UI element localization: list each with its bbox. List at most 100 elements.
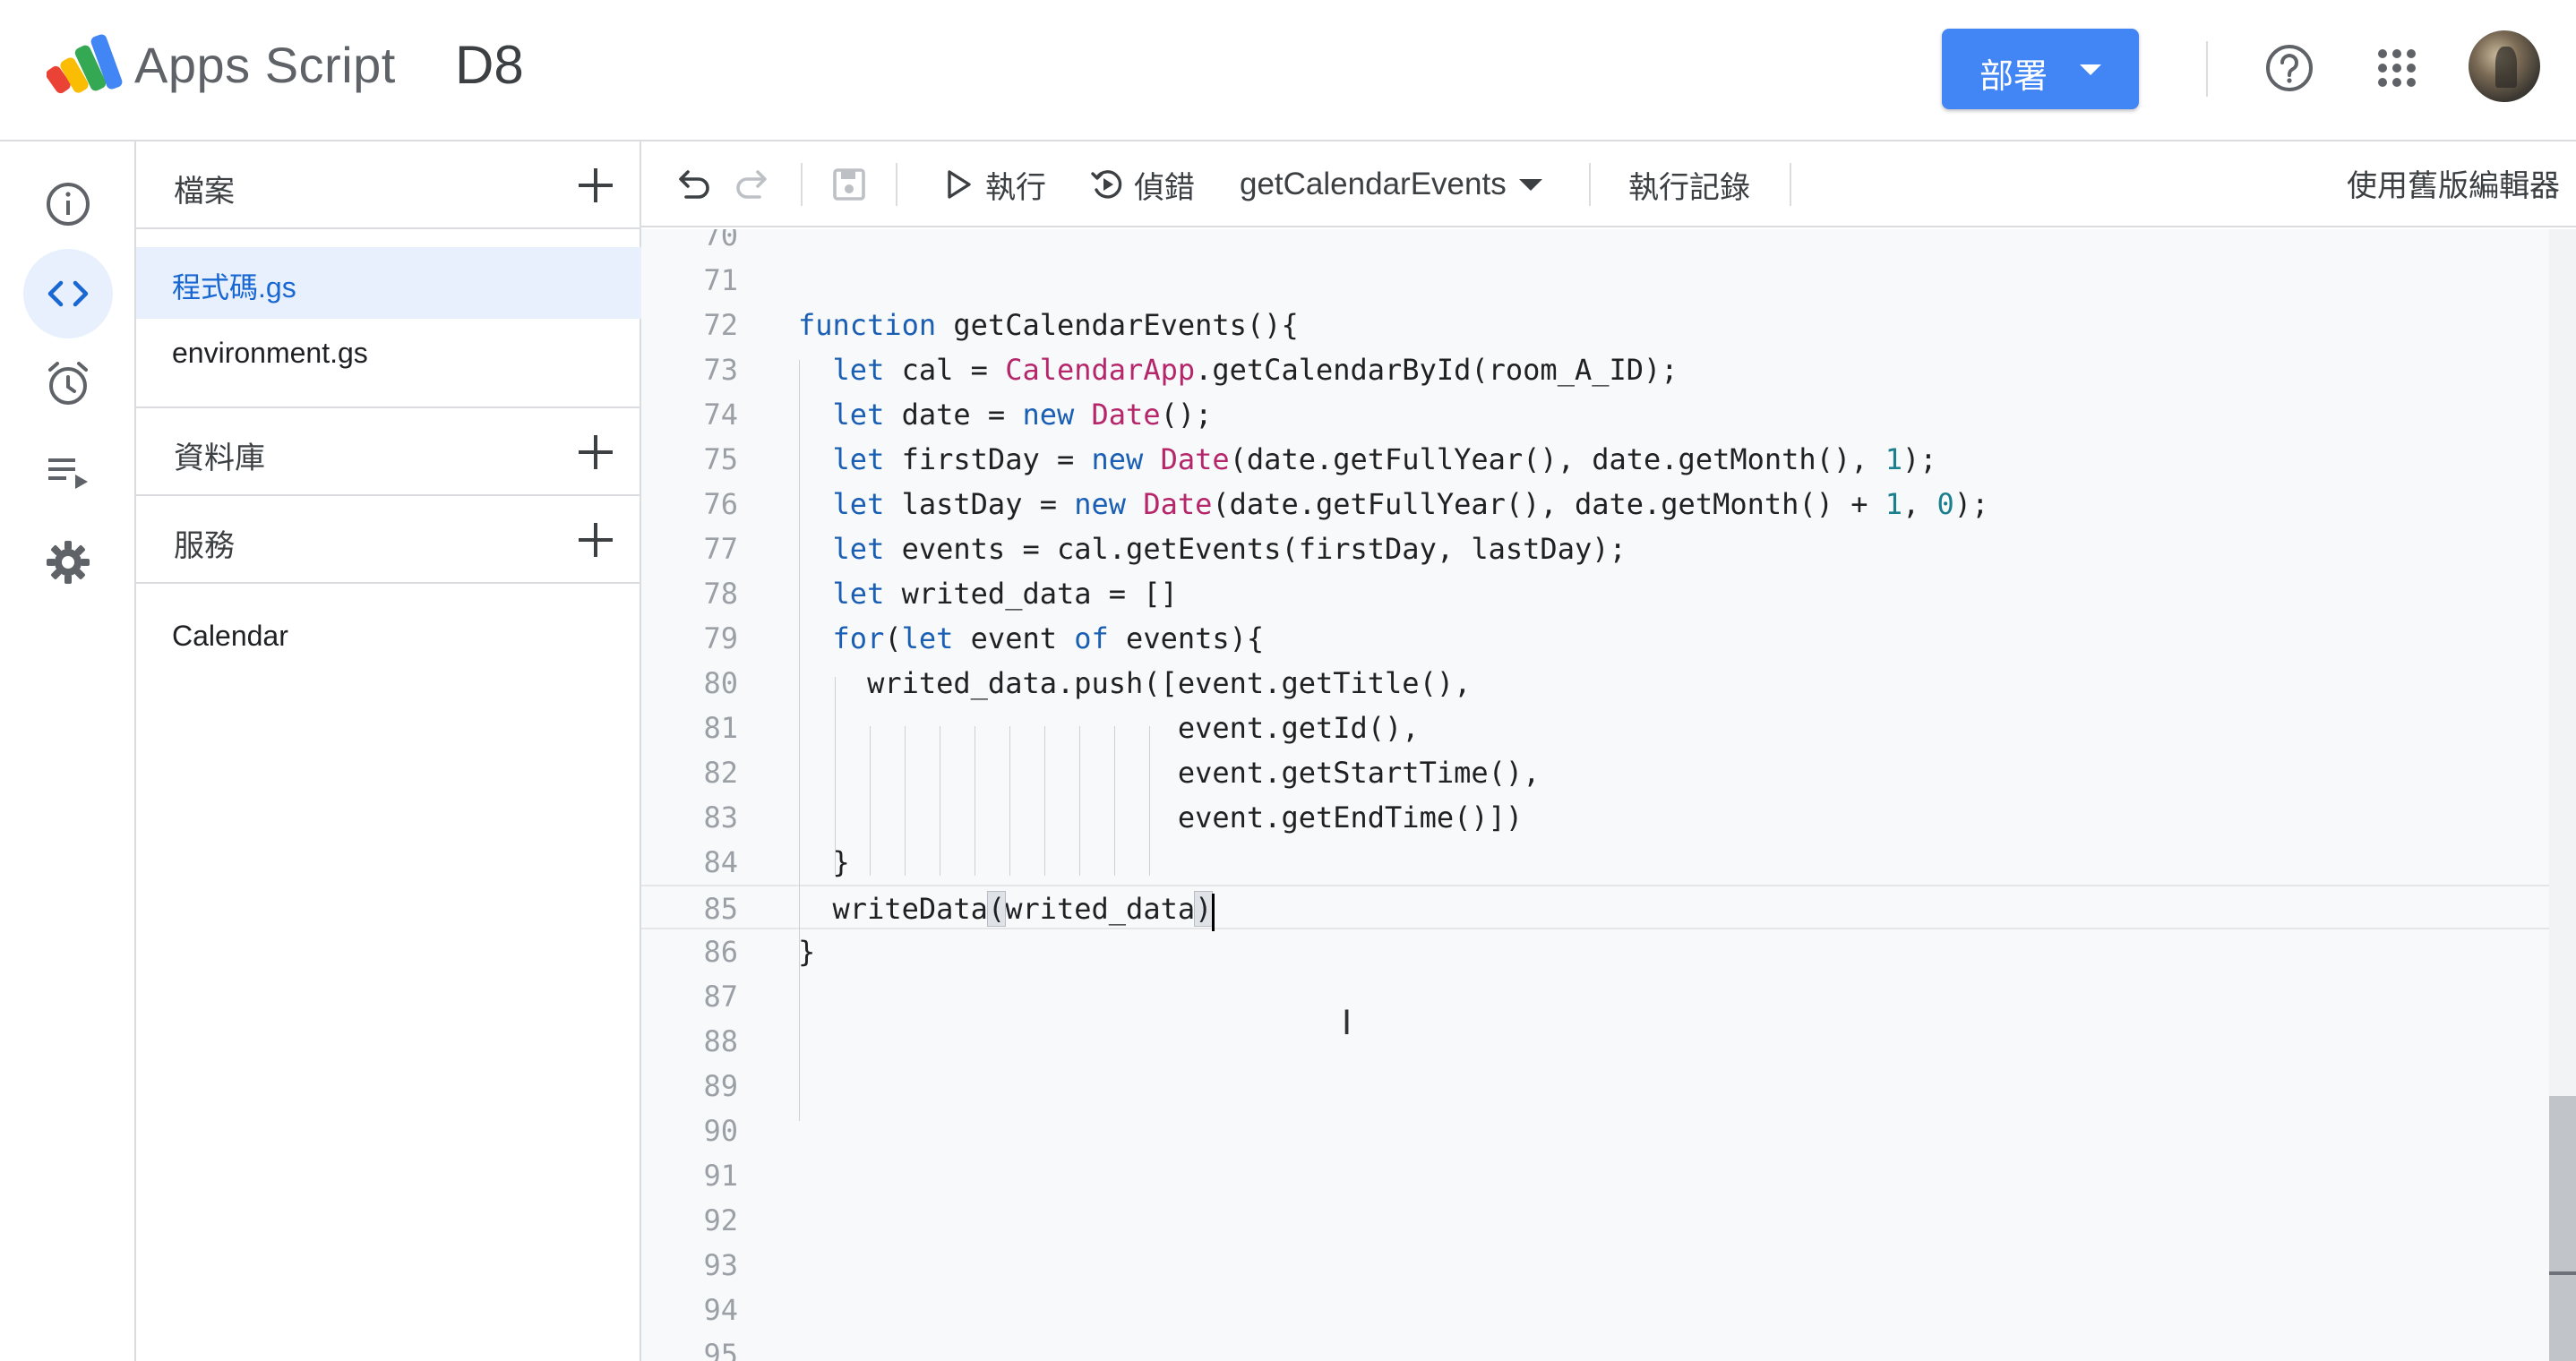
chevron-down-icon — [1518, 178, 1542, 191]
files-section-header: 檔案 — [136, 141, 641, 229]
code-text: event.getId(), — [798, 711, 1420, 745]
account-avatar[interactable] — [2469, 30, 2540, 102]
code-line[interactable]: 83 event.getEndTime()]) — [641, 795, 2549, 840]
left-navigation-rail — [0, 141, 136, 1361]
add-service-icon[interactable] — [573, 518, 618, 562]
toolbar-divider — [896, 163, 897, 206]
services-section-header: 服務 — [136, 496, 641, 584]
line-number: 78 — [703, 577, 738, 611]
line-number: 74 — [703, 398, 738, 432]
files-panel: 檔案 程式碼.gs environment.gs 資料庫 服務 Calendar — [136, 141, 641, 1361]
run-button[interactable]: 執行 — [940, 161, 1046, 208]
code-line[interactable]: 70 — [641, 229, 2549, 258]
line-number: 77 — [703, 532, 738, 566]
code-line[interactable]: 77 let events = cal.getEvents(firstDay, … — [641, 526, 2549, 571]
code-editor[interactable]: 70 71 72 function getCalendarEvents(){73 le… — [641, 229, 2576, 1361]
function-select[interactable]: getCalendarEvents — [1240, 161, 1542, 208]
apps-script-logo[interactable] — [47, 30, 124, 98]
code-line[interactable]: 93 — [641, 1243, 2549, 1288]
code-icon — [47, 280, 89, 307]
add-file-icon[interactable] — [573, 163, 618, 208]
indent-guide — [1149, 726, 1150, 876]
code-text: let lastDay = new Date(date.getFullYear(… — [832, 487, 1989, 521]
code-line[interactable]: 78 let writed_data = [] — [641, 571, 2549, 616]
code-line[interactable]: 92 — [641, 1198, 2549, 1243]
help-icon[interactable] — [2264, 43, 2314, 93]
code-line[interactable]: 90 — [641, 1108, 2549, 1153]
editor-toolbar: 執行 偵錯 getCalendarEvents 執行記錄 使用舊版編輯器 — [641, 141, 2576, 227]
text-cursor — [1212, 894, 1215, 931]
code-line[interactable]: 76 let lastDay = new Date(date.getFullYe… — [641, 482, 2549, 526]
code-line[interactable]: 73 let cal = CalendarApp.getCalendarById… — [641, 347, 2549, 392]
code-line[interactable]: 81 event.getId(), — [641, 706, 2549, 750]
settings-button[interactable] — [23, 518, 113, 607]
debug-button[interactable]: 偵錯 — [1089, 161, 1195, 208]
project-name[interactable]: D8 — [455, 34, 524, 96]
code-line[interactable]: 91 — [641, 1153, 2549, 1198]
gear-icon — [47, 541, 90, 584]
code-line[interactable]: 94 — [641, 1288, 2549, 1332]
service-item-calendar[interactable]: Calendar — [136, 602, 641, 673]
use-legacy-editor-button[interactable]: 使用舊版編輯器 — [2347, 161, 2560, 205]
line-number: 76 — [703, 487, 738, 521]
debug-icon — [1091, 170, 1122, 199]
deploy-label: 部署 — [1979, 58, 2048, 96]
deploy-button[interactable]: 部署 — [1942, 29, 2139, 109]
code-line[interactable]: 85 writeData(writed_data) — [641, 885, 2549, 929]
code-line[interactable]: 84 } — [641, 840, 2549, 885]
code-line[interactable]: 87 — [641, 974, 2549, 1019]
code-line[interactable]: 86} — [641, 929, 2549, 974]
code-line[interactable]: 88 — [641, 1019, 2549, 1064]
line-number: 84 — [703, 845, 738, 879]
line-number: 82 — [703, 756, 738, 790]
code-text: for(let event of events){ — [832, 621, 1265, 655]
undo-icon[interactable] — [670, 163, 713, 206]
line-number: 85 — [703, 892, 738, 926]
code-line[interactable]: 82 event.getStartTime(), — [641, 750, 2549, 795]
code-line[interactable]: 79 for(let event of events){ — [641, 616, 2549, 661]
executions-button[interactable] — [23, 428, 113, 518]
indent-guide — [870, 726, 871, 876]
file-name: environment.gs — [172, 337, 368, 369]
triggers-button[interactable] — [23, 338, 113, 428]
overview-button[interactable] — [23, 159, 113, 249]
code-text: let firstDay = new Date(date.getFullYear… — [832, 442, 1937, 476]
code-text: writeData(writed_data) — [798, 891, 1214, 927]
code-text: let events = cal.getEvents(firstDay, las… — [832, 532, 1627, 566]
debug-label: 偵錯 — [1134, 170, 1195, 205]
code-line[interactable]: 75 let firstDay = new Date(date.getFullY… — [641, 437, 2549, 482]
line-number: 93 — [703, 1248, 738, 1282]
run-label: 執行 — [985, 170, 1046, 205]
line-number: 86 — [703, 935, 738, 969]
scrollbar-thumb[interactable] — [2549, 1096, 2576, 1361]
editor-button[interactable] — [23, 249, 113, 338]
info-icon — [47, 183, 90, 226]
mouse-ibeam-icon: I — [1342, 1003, 1352, 1042]
code-line[interactable]: 72 function getCalendarEvents(){ — [641, 303, 2549, 347]
chevron-down-icon — [2080, 64, 2101, 75]
code-line[interactable]: 95 — [641, 1332, 2549, 1361]
service-name: Calendar — [172, 620, 288, 652]
save-icon[interactable] — [828, 163, 871, 206]
google-apps-icon[interactable] — [2375, 47, 2418, 90]
app-name: Apps Script — [134, 37, 396, 93]
code-text: } — [798, 935, 816, 969]
code-line[interactable]: 89 — [641, 1064, 2549, 1108]
add-library-icon[interactable] — [573, 430, 618, 475]
scrollbar-cursor-marker — [2549, 1271, 2576, 1275]
code-line[interactable]: 74 let date = new Date(); — [641, 392, 2549, 437]
file-item-environment-gs[interactable]: environment.gs — [136, 319, 641, 390]
code-line[interactable]: 71 — [641, 258, 2549, 303]
vertical-scrollbar[interactable] — [2549, 229, 2576, 1361]
indent-guide — [1114, 726, 1115, 876]
toolbar-divider — [1790, 163, 1791, 206]
code-text: let date = new Date(); — [832, 398, 1213, 432]
redo-icon[interactable] — [733, 163, 776, 206]
line-number: 79 — [703, 621, 738, 655]
code-line[interactable]: 80 writed_data.push([event.getTitle(), — [641, 661, 2549, 706]
line-number: 73 — [703, 353, 738, 387]
file-item-code-gs[interactable]: 程式碼.gs — [136, 247, 641, 319]
top-bar: Apps Script D8 部署 — [0, 0, 2576, 141]
execution-log-button[interactable]: 執行記錄 — [1628, 161, 1750, 208]
function-select-value: getCalendarEvents — [1240, 167, 1507, 201]
